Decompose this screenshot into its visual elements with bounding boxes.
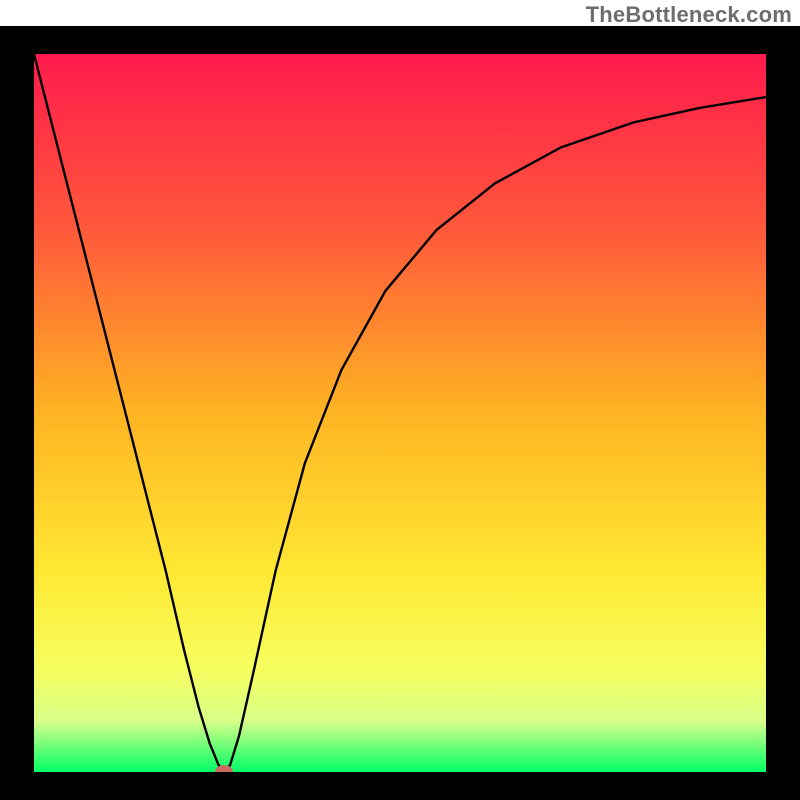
plot-area xyxy=(34,54,766,772)
frame-border-right xyxy=(766,26,800,800)
frame-border-top xyxy=(0,26,800,54)
curve-layer xyxy=(34,54,766,772)
bottleneck-curve xyxy=(34,54,766,772)
minimum-marker xyxy=(215,765,233,772)
watermark-text: TheBottleneck.com xyxy=(586,2,792,28)
chart-frame: TheBottleneck.com xyxy=(0,0,800,800)
frame-border-left xyxy=(0,26,34,800)
frame-border-bottom xyxy=(0,772,800,800)
